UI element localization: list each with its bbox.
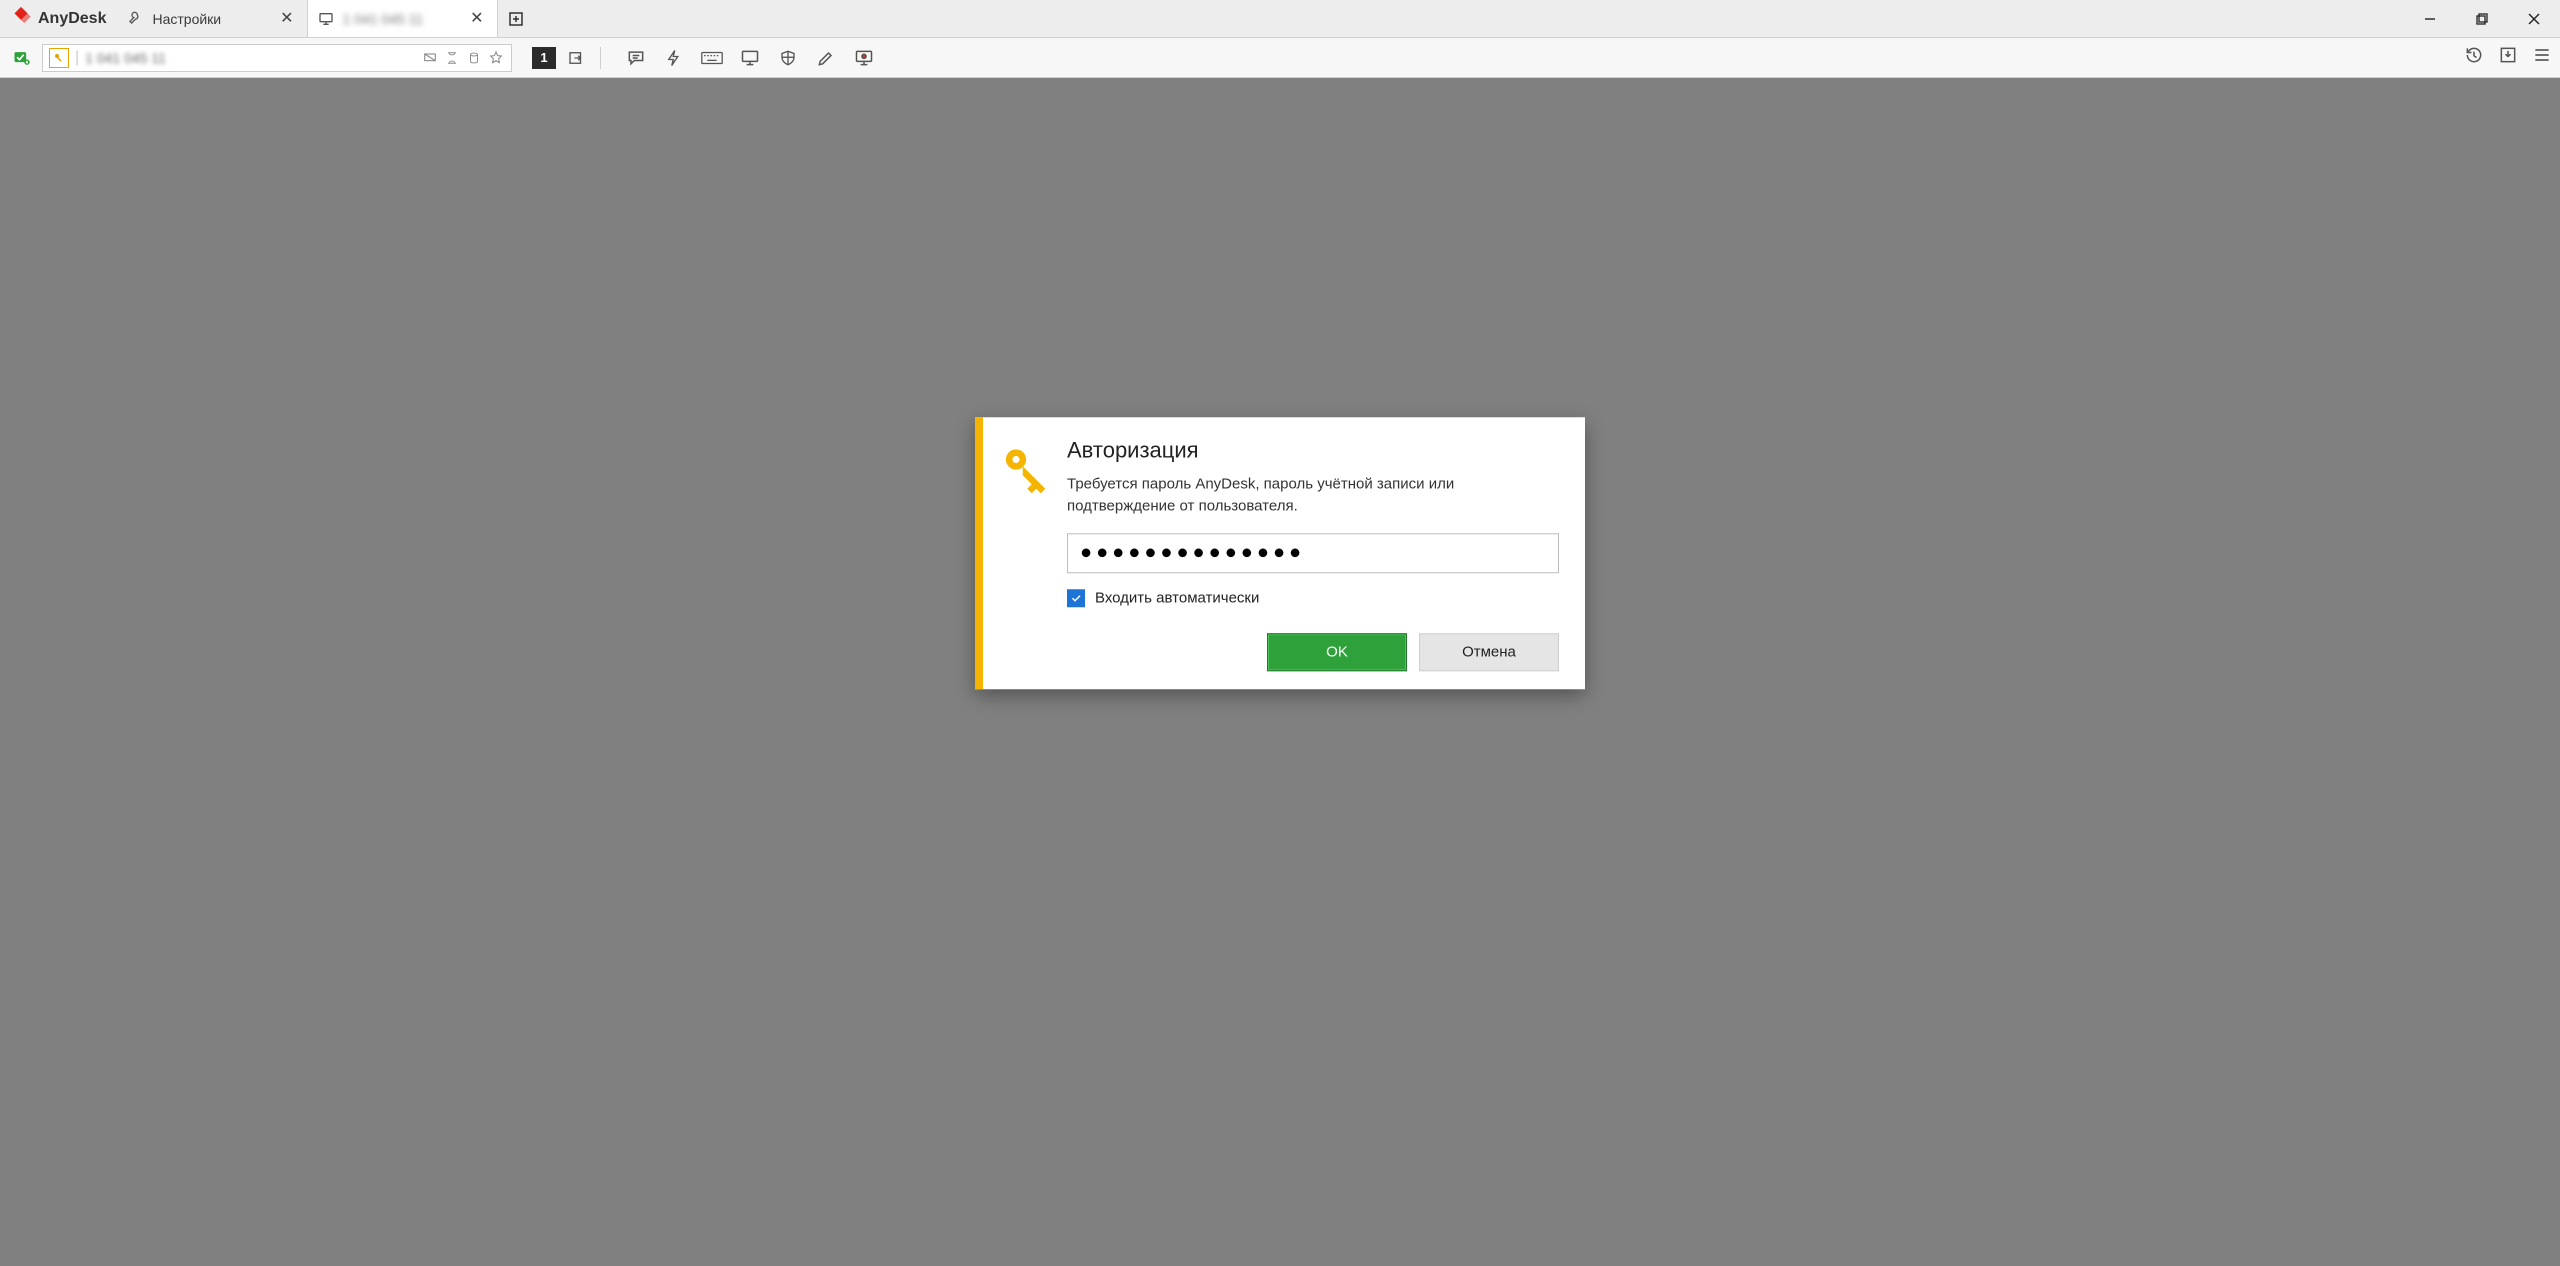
checkbox-checked-icon[interactable] [1067, 589, 1085, 607]
session-toolbar: | 1 041 045 11 1 [0, 38, 2560, 78]
dialog-title: Авторизация [1067, 437, 1559, 463]
tab-strip: Настройки ✕ 1 041 045 11 ✕ [118, 0, 534, 37]
app-logo-zone: AnyDesk [0, 0, 118, 37]
history-icon[interactable] [2464, 45, 2484, 70]
address-value: 1 041 045 11 [85, 50, 421, 66]
star-icon[interactable] [487, 49, 505, 67]
monitor-icon [318, 11, 334, 27]
monitor-number: 1 [540, 50, 547, 65]
window-minimize-button[interactable] [2404, 0, 2456, 37]
database-icon[interactable] [465, 49, 483, 67]
tab-settings[interactable]: Настройки ✕ [118, 0, 308, 37]
window-close-button[interactable] [2508, 0, 2560, 37]
auto-login-label: Входить автоматически [1095, 589, 1259, 606]
monitor-selector[interactable]: 1 [532, 47, 556, 69]
download-icon[interactable] [2498, 45, 2518, 70]
dialog-accent-bar [975, 417, 983, 689]
authorization-dialog: Авторизация Требуется пароль AnyDesk, па… [975, 417, 1585, 689]
lightning-icon[interactable] [663, 47, 685, 69]
title-bar: AnyDesk Настройки ✕ 1 041 045 11 ✕ [0, 0, 2560, 38]
toolbar-center-group [625, 47, 875, 69]
shield-icon[interactable] [777, 47, 799, 69]
remote-viewport[interactable]: Авторизация Требуется пароль AnyDesk, па… [0, 78, 2560, 1266]
switch-sides-icon[interactable] [562, 44, 590, 72]
connection-status-icon[interactable] [8, 44, 36, 72]
whiteboard-icon[interactable] [815, 47, 837, 69]
tab-session[interactable]: 1 041 045 11 ✕ [308, 0, 498, 37]
new-tab-button[interactable] [498, 0, 534, 37]
key-icon [998, 439, 1052, 671]
chat-icon[interactable] [625, 47, 647, 69]
tab-close-icon[interactable]: ✕ [276, 9, 297, 29]
app-name: AnyDesk [38, 10, 106, 28]
dialog-message: Требуется пароль AnyDesk, пароль учётной… [1067, 473, 1559, 517]
tab-label: Настройки [152, 11, 268, 27]
wrench-icon [128, 11, 144, 27]
cancel-button[interactable]: Отмена [1419, 633, 1559, 671]
tab-label: 1 041 045 11 [342, 11, 458, 27]
record-icon[interactable] [853, 47, 875, 69]
keyboard-icon[interactable] [701, 47, 723, 69]
password-input[interactable] [1067, 533, 1559, 573]
address-actions [421, 49, 505, 67]
dialog-button-row: OK Отмена [1067, 633, 1559, 671]
window-maximize-button[interactable] [2456, 0, 2508, 37]
tab-close-icon[interactable]: ✕ [466, 9, 487, 29]
address-key-icon [49, 48, 69, 68]
ok-button[interactable]: OK [1267, 633, 1407, 671]
anydesk-logo-icon [10, 5, 32, 32]
block-screen-icon[interactable] [421, 49, 439, 67]
address-bar[interactable]: | 1 041 045 11 [42, 44, 512, 72]
hamburger-menu-icon[interactable] [2532, 45, 2552, 70]
auto-login-checkbox-row[interactable]: Входить автоматически [1067, 589, 1559, 607]
toolbar-right-group [2464, 45, 2552, 70]
display-settings-icon[interactable] [739, 47, 761, 69]
window-controls [2404, 0, 2560, 37]
divider: | [75, 49, 79, 67]
hourglass-icon[interactable] [443, 49, 461, 67]
